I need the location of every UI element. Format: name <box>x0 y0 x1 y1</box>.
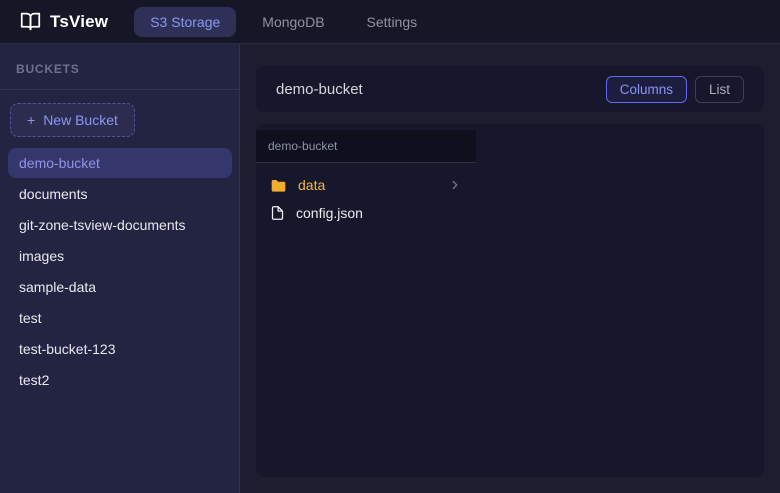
buckets-sidebar: BUCKETS + New Bucket demo-bucket documen… <box>0 44 240 493</box>
sidebar-item-test2[interactable]: test2 <box>8 365 232 395</box>
new-bucket-button[interactable]: + New Bucket <box>10 103 135 137</box>
main-nav: S3 Storage MongoDB Settings <box>134 7 433 37</box>
bucket-toolbar: demo-bucket Columns List <box>256 66 764 112</box>
sidebar-item-sample-data[interactable]: sample-data <box>8 272 232 302</box>
book-open-icon <box>20 11 41 32</box>
main-panel: demo-bucket Columns List demo-bucket <box>240 44 780 493</box>
app-logo: TsView <box>20 11 108 32</box>
sidebar-item-test[interactable]: test <box>8 303 232 333</box>
tab-settings[interactable]: Settings <box>351 7 434 37</box>
tab-mongodb[interactable]: MongoDB <box>246 7 340 37</box>
top-header: TsView S3 Storage MongoDB Settings <box>0 0 780 44</box>
tab-s3-storage[interactable]: S3 Storage <box>134 7 236 37</box>
bucket-list: demo-bucket documents git-zone-tsview-do… <box>0 148 239 396</box>
browser-column: demo-bucket data <box>256 130 476 477</box>
sidebar-item-test-bucket-123[interactable]: test-bucket-123 <box>8 334 232 364</box>
file-browser: demo-bucket data <box>256 124 764 477</box>
list-view-button[interactable]: List <box>695 76 744 103</box>
content-area: BUCKETS + New Bucket demo-bucket documen… <box>0 44 780 493</box>
plus-icon: + <box>27 112 35 128</box>
chevron-right-icon <box>448 178 462 192</box>
entry-name: data <box>298 177 325 193</box>
columns-view-button[interactable]: Columns <box>606 76 687 103</box>
entry-list: data <box>256 163 476 227</box>
bucket-title: demo-bucket <box>276 81 363 98</box>
sidebar-item-documents[interactable]: documents <box>8 179 232 209</box>
file-icon <box>270 205 285 221</box>
entry-data-folder[interactable]: data <box>256 171 476 199</box>
entry-config-json-file[interactable]: config.json <box>256 199 476 227</box>
sidebar-item-git-zone-tsview-documents[interactable]: git-zone-tsview-documents <box>8 210 232 240</box>
sidebar-item-images[interactable]: images <box>8 241 232 271</box>
entry-name: config.json <box>296 205 363 221</box>
app-title: TsView <box>50 12 108 32</box>
new-bucket-label: New Bucket <box>43 112 118 128</box>
sidebar-item-demo-bucket[interactable]: demo-bucket <box>8 148 232 178</box>
view-toggle: Columns List <box>606 76 744 103</box>
buckets-section-label: BUCKETS <box>0 44 239 90</box>
column-header: demo-bucket <box>256 130 476 163</box>
folder-icon <box>270 178 287 193</box>
